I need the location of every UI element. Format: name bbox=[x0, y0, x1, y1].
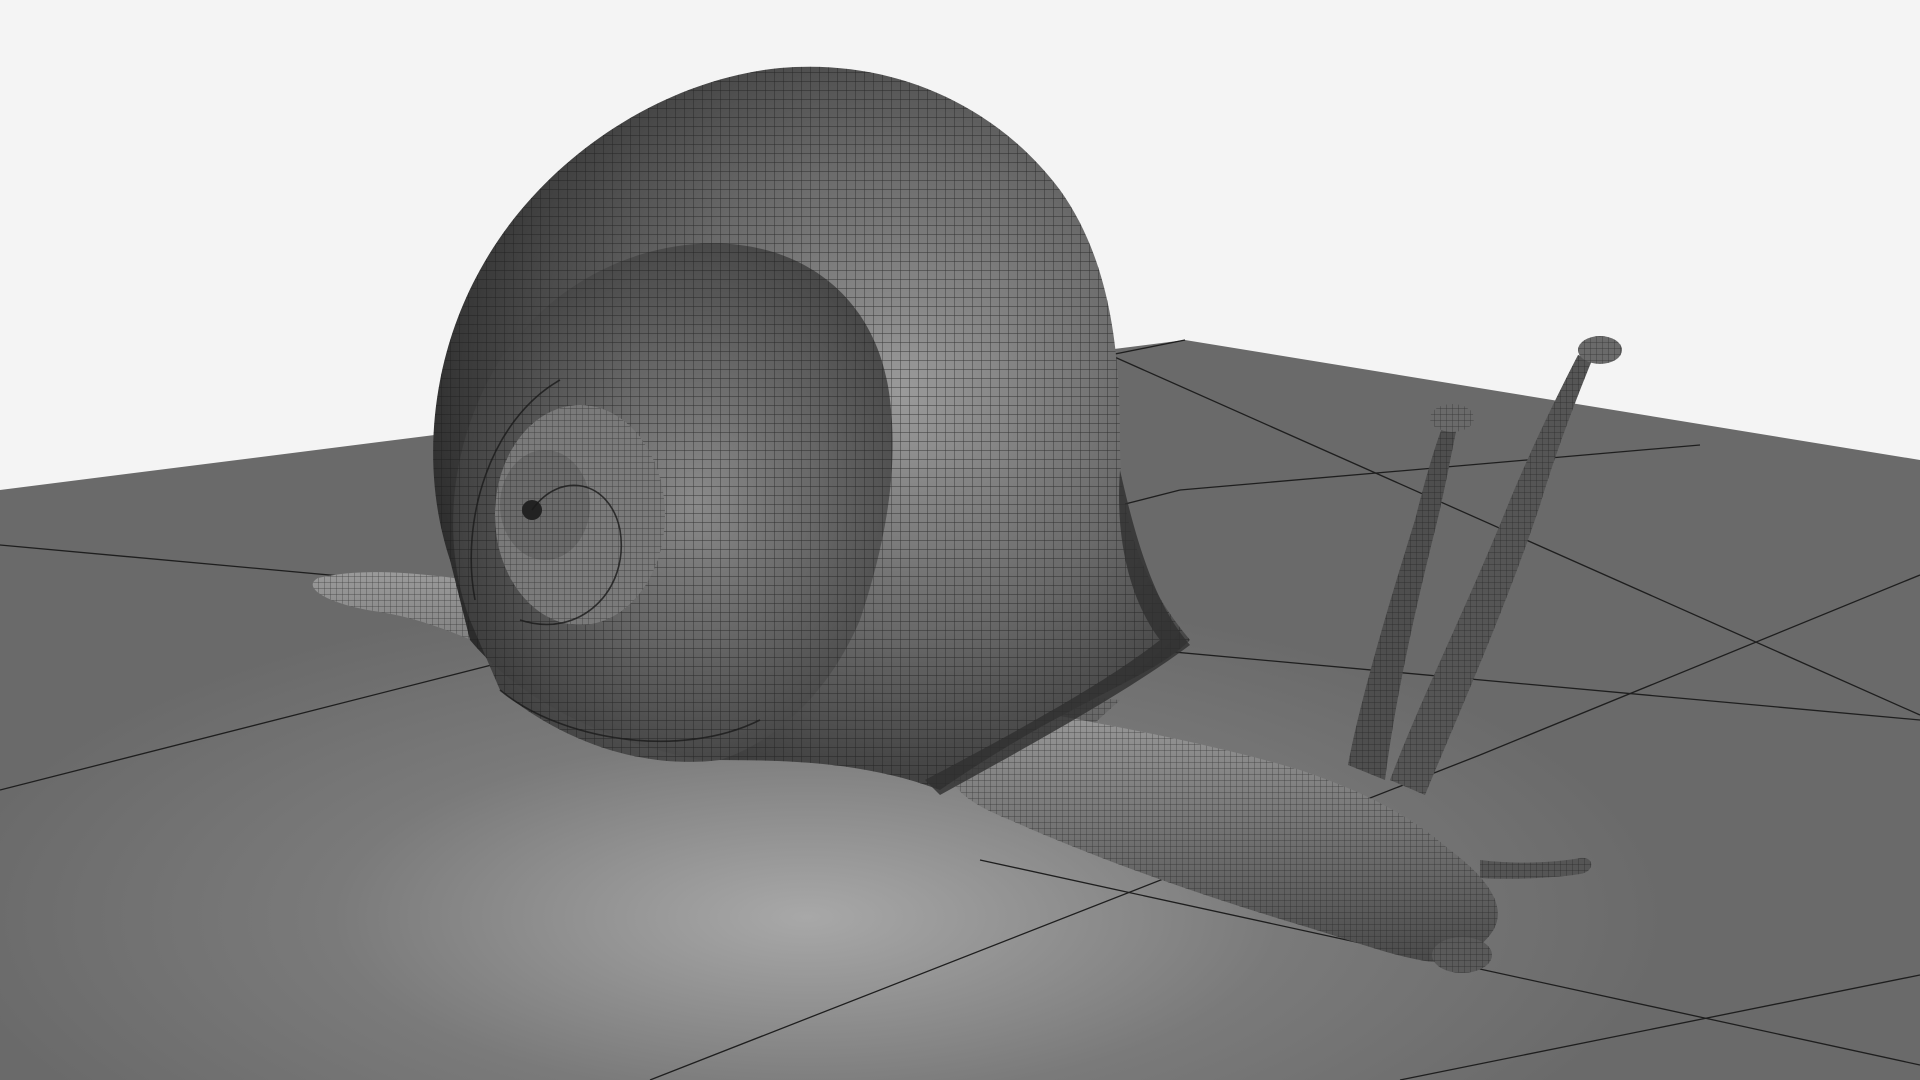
snail-shell bbox=[433, 66, 1190, 795]
scene-render bbox=[0, 66, 1920, 1080]
3d-viewport[interactable] bbox=[0, 0, 1920, 1080]
